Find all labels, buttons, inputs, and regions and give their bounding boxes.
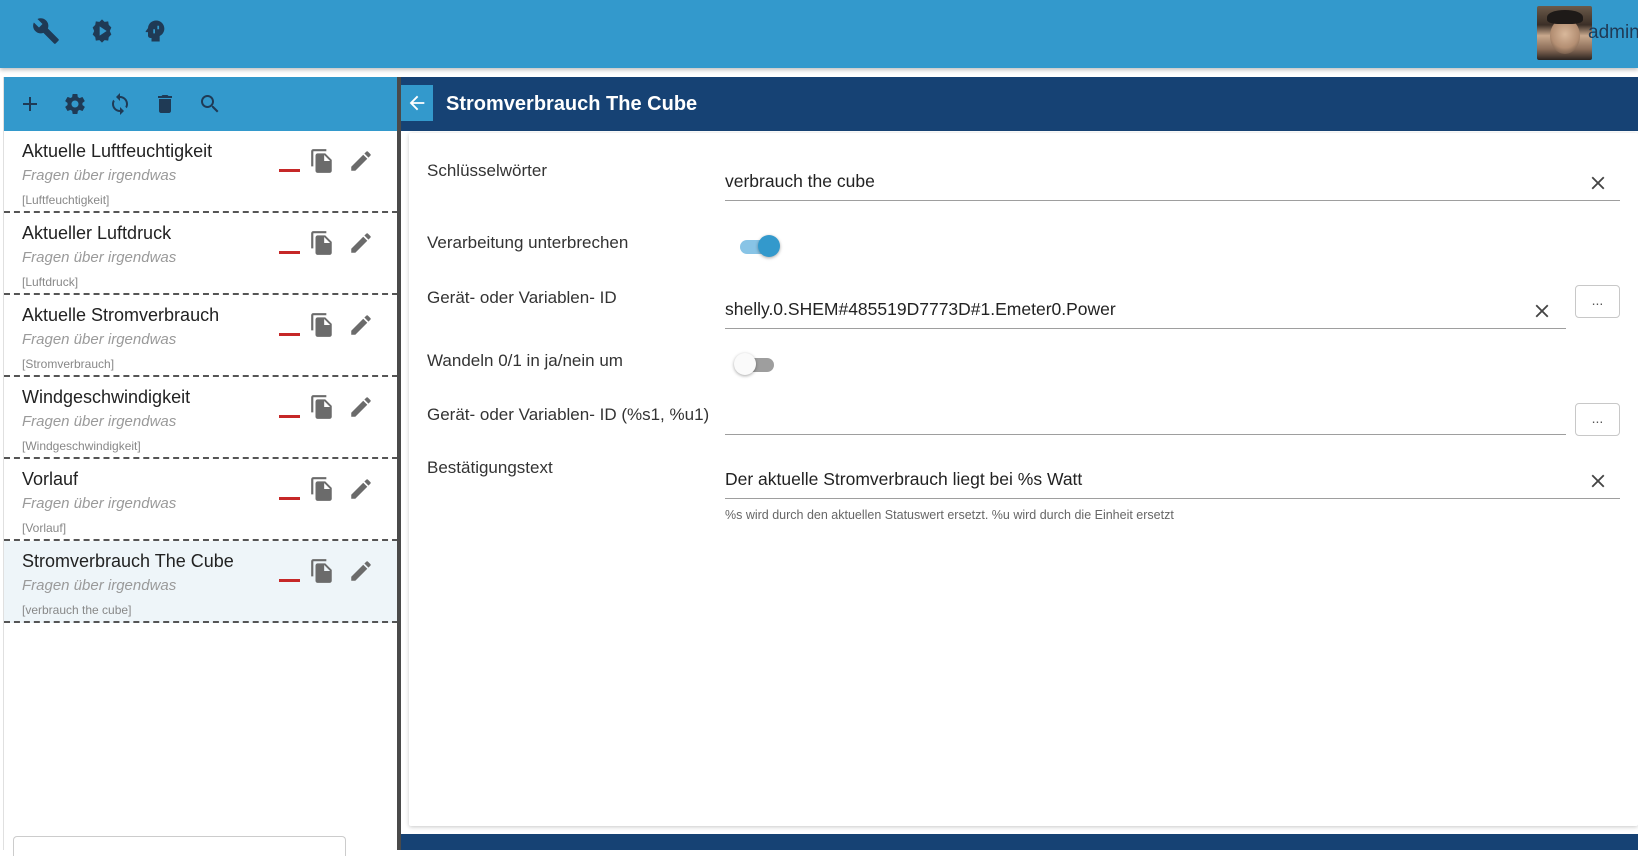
keywords-value: verbrauch the cube — [725, 171, 875, 191]
clear-icon[interactable] — [1587, 470, 1609, 492]
confirm-label: Bestätigungstext — [427, 458, 553, 477]
detail-title: Stromverbrauch The Cube — [446, 93, 698, 115]
refresh-icon[interactable] — [106, 91, 133, 118]
rule-tag: [Vorlauf] — [22, 521, 67, 535]
wrench-icon[interactable] — [31, 16, 61, 46]
rule-tag: [Luftfeuchtigkeit] — [22, 193, 110, 207]
remove-icon[interactable] — [279, 333, 300, 336]
rule-subtitle: Fragen über irgendwas — [22, 249, 177, 266]
rules-panel: Aktuelle Luftfeuchtigkeit Fragen über ir… — [3, 77, 398, 856]
list-item[interactable]: Aktuelle Stromverbrauch Fragen über irge… — [4, 295, 398, 377]
settings-icon[interactable] — [61, 91, 88, 118]
confirm-input[interactable]: Der aktuelle Stromverbrauch liegt bei %s… — [725, 459, 1620, 499]
copy-icon[interactable] — [309, 311, 335, 339]
rule-subtitle: Fragen über irgendwas — [22, 577, 177, 594]
panel-divider[interactable] — [397, 77, 401, 850]
copy-icon[interactable] — [309, 557, 335, 585]
remove-icon[interactable] — [279, 169, 300, 172]
keywords-label: Schlüsselwörter — [427, 161, 547, 180]
add-icon[interactable] — [16, 91, 43, 118]
edit-icon[interactable] — [348, 558, 374, 584]
device-id-value: shelly.0.SHEM#485519D7773D#1.Emeter0.Pow… — [725, 299, 1116, 319]
list-item-selected[interactable]: Stromverbrauch The Cube Fragen über irge… — [4, 541, 398, 623]
remove-icon[interactable] — [279, 497, 300, 500]
device-id2-input[interactable] — [725, 395, 1566, 435]
copy-icon[interactable] — [309, 147, 335, 175]
edit-icon[interactable] — [348, 148, 374, 174]
keywords-input[interactable]: verbrauch the cube — [725, 161, 1620, 201]
rules-list: Aktuelle Luftfeuchtigkeit Fragen über ir… — [4, 131, 398, 623]
rule-title: Aktuelle Stromverbrauch — [22, 305, 220, 325]
convert-label: Wandeln 0/1 in ja/nein um — [427, 351, 623, 370]
edit-icon[interactable] — [348, 230, 374, 256]
rule-title: Vorlauf — [22, 469, 79, 489]
edit-icon[interactable] — [348, 394, 374, 420]
rules-toolbar — [4, 77, 398, 131]
rule-tag: [verbrauch the cube] — [22, 603, 132, 617]
confirm-helper-text: %s wird durch den aktuellen Statuswert e… — [725, 508, 1174, 522]
confirm-value: Der aktuelle Stromverbrauch liegt bei %s… — [725, 469, 1083, 489]
rule-tag: [Luftdruck] — [22, 275, 79, 289]
rule-subtitle: Fragen über irgendwas — [22, 413, 177, 430]
top-bar: admin — [0, 0, 1638, 68]
detail-header: Stromverbrauch The Cube — [401, 77, 1638, 131]
gear-chip-icon[interactable] — [87, 16, 117, 46]
rule-tag: [Windgeschwindigkeit] — [22, 439, 141, 453]
clear-icon[interactable] — [1587, 172, 1609, 194]
edit-icon[interactable] — [348, 476, 374, 502]
avatar[interactable] — [1537, 6, 1592, 60]
clear-icon[interactable] — [1531, 300, 1553, 322]
arrow-back-icon — [409, 95, 425, 111]
delete-icon[interactable] — [151, 91, 178, 118]
rule-tag: [Stromverbrauch] — [22, 357, 115, 371]
select-id2-button[interactable]: ... — [1575, 403, 1620, 436]
user-name[interactable]: admin — [1588, 22, 1638, 44]
device-id-label: Gerät- oder Variablen- ID — [427, 288, 617, 307]
bottom-bar — [401, 834, 1638, 850]
interrupt-toggle[interactable] — [736, 234, 780, 258]
rule-title: Aktueller Luftdruck — [22, 223, 172, 243]
list-item[interactable]: Aktueller Luftdruck Fragen über irgendwa… — [4, 213, 398, 295]
list-item[interactable]: Aktuelle Luftfeuchtigkeit Fragen über ir… — [4, 131, 398, 213]
interrupt-label: Verarbeitung unterbrechen — [427, 233, 629, 252]
back-button[interactable] — [401, 85, 433, 121]
device-id2-label: Gerät- oder Variablen- ID (%s1, %u1) — [427, 405, 710, 424]
rule-title: Windgeschwindigkeit — [22, 387, 191, 407]
head-icon[interactable] — [140, 16, 170, 46]
edit-icon[interactable] — [348, 312, 374, 338]
remove-icon[interactable] — [279, 579, 300, 582]
search-icon[interactable] — [196, 91, 223, 118]
rule-title: Aktuelle Luftfeuchtigkeit — [22, 141, 213, 161]
remove-icon[interactable] — [279, 415, 300, 418]
rule-subtitle: Fragen über irgendwas — [22, 495, 177, 512]
list-item[interactable]: Windgeschwindigkeit Fragen über irgendwa… — [4, 377, 398, 459]
copy-icon[interactable] — [309, 393, 335, 421]
remove-icon[interactable] — [279, 251, 300, 254]
rule-subtitle: Fragen über irgendwas — [22, 331, 177, 348]
bottom-input[interactable] — [13, 836, 346, 856]
rule-title: Stromverbrauch The Cube — [22, 551, 234, 571]
list-item[interactable]: Vorlauf Fragen über irgendwas [Vorlauf] — [4, 459, 398, 541]
copy-icon[interactable] — [309, 229, 335, 257]
convert-toggle[interactable] — [734, 352, 778, 376]
device-id-input[interactable]: shelly.0.SHEM#485519D7773D#1.Emeter0.Pow… — [725, 289, 1566, 329]
select-id-button[interactable]: ... — [1575, 285, 1620, 318]
rule-subtitle: Fragen über irgendwas — [22, 167, 177, 184]
copy-icon[interactable] — [309, 475, 335, 503]
